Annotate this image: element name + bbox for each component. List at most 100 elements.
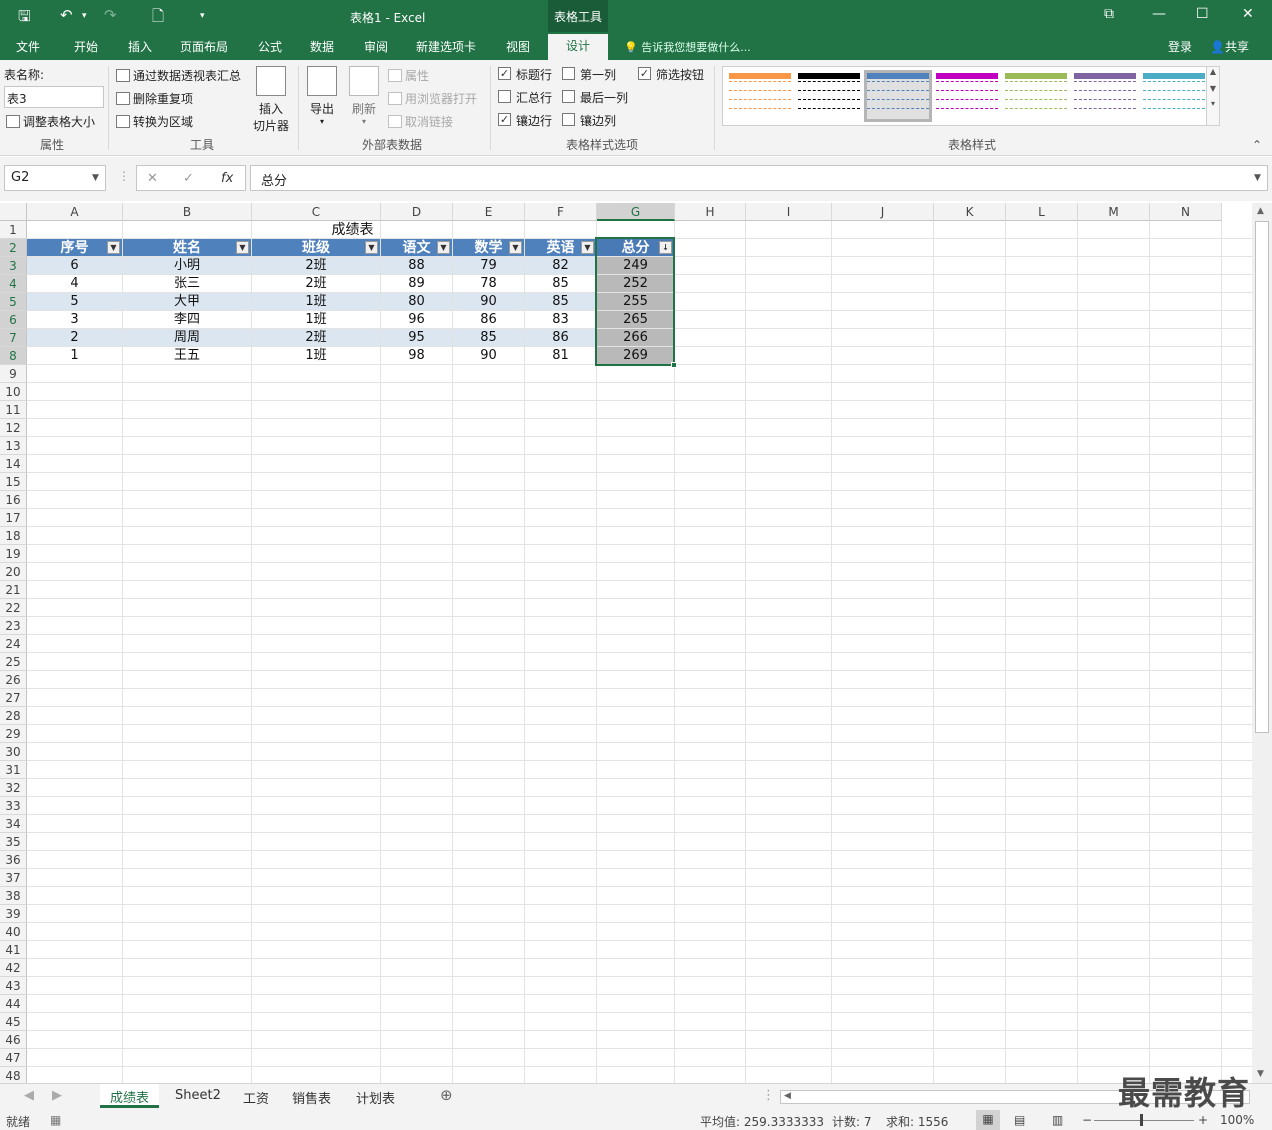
- table-style-swatch[interactable]: [729, 73, 791, 119]
- table-data-cell[interactable]: 82: [525, 257, 596, 274]
- table-data-cell[interactable]: 85: [453, 329, 524, 346]
- sheet-title-cell[interactable]: 成绩表: [252, 221, 453, 239]
- zoom-slider-track[interactable]: [1094, 1120, 1194, 1121]
- tab-review[interactable]: 审阅: [364, 38, 388, 55]
- filter-button-checkbox[interactable]: ✓: [638, 67, 651, 80]
- vertical-scrollbar[interactable]: ▲ ▼: [1252, 203, 1272, 1083]
- summarize-pivot-button[interactable]: 通过数据透视表汇总: [116, 67, 241, 84]
- row-header-9[interactable]: 9: [0, 365, 27, 383]
- ribbon-display-icon[interactable]: ⧉: [1104, 6, 1114, 22]
- row-header-36[interactable]: 36: [0, 851, 27, 869]
- row-header-14[interactable]: 14: [0, 455, 27, 473]
- row-header-48[interactable]: 48: [0, 1067, 27, 1083]
- table-header-cell[interactable]: 姓名 ▼: [123, 239, 251, 256]
- banded-columns-checkbox[interactable]: [562, 113, 575, 126]
- table-data-cell[interactable]: 98: [381, 347, 452, 364]
- table-name-input[interactable]: 表3: [4, 86, 104, 108]
- table-style-swatch[interactable]: [798, 73, 860, 119]
- tab-insert[interactable]: 插入: [128, 38, 152, 55]
- page-break-view-icon[interactable]: ▥: [1052, 1113, 1063, 1127]
- filter-dropdown-icon[interactable]: ▼: [437, 241, 450, 254]
- scroll-up-icon[interactable]: ▲: [1257, 206, 1264, 216]
- tab-page-layout[interactable]: 页面布局: [180, 38, 228, 55]
- row-header-4[interactable]: 4: [0, 275, 27, 293]
- row-header-23[interactable]: 23: [0, 617, 27, 635]
- add-sheet-icon[interactable]: ⊕: [440, 1086, 453, 1104]
- table-style-swatch[interactable]: [1074, 73, 1136, 119]
- tab-home[interactable]: 开始: [74, 38, 98, 55]
- header-row-checkbox[interactable]: ✓: [498, 67, 511, 80]
- tab-new-tab[interactable]: 新建选项卡: [416, 38, 476, 55]
- table-data-cell[interactable]: 96: [381, 311, 452, 328]
- tab-file[interactable]: 文件: [16, 38, 40, 55]
- table-style-swatch[interactable]: [1005, 73, 1067, 119]
- table-data-cell[interactable]: 1: [27, 347, 122, 364]
- row-header-29[interactable]: 29: [0, 725, 27, 743]
- column-header-k[interactable]: K: [934, 203, 1006, 221]
- column-header-f[interactable]: F: [525, 203, 597, 221]
- banded-rows-checkbox[interactable]: ✓: [498, 113, 511, 126]
- table-data-cell[interactable]: 90: [453, 347, 524, 364]
- table-data-cell[interactable]: 李四: [123, 311, 251, 328]
- row-header-16[interactable]: 16: [0, 491, 27, 509]
- filter-dropdown-icon[interactable]: ▼: [581, 241, 594, 254]
- convert-to-range-button[interactable]: 转换为区域: [116, 113, 193, 130]
- row-header-27[interactable]: 27: [0, 689, 27, 707]
- row-header-21[interactable]: 21: [0, 581, 27, 599]
- table-data-cell[interactable]: 小明: [123, 257, 251, 274]
- insert-function-icon[interactable]: fx: [221, 171, 233, 186]
- table-data-cell[interactable]: 3: [27, 311, 122, 328]
- row-header-42[interactable]: 42: [0, 959, 27, 977]
- zoom-in-icon[interactable]: +: [1198, 1113, 1208, 1127]
- tab-view[interactable]: 视图: [506, 38, 530, 55]
- formula-input[interactable]: 总分: [250, 165, 1268, 191]
- sheet-tab-sheet2[interactable]: Sheet2: [175, 1088, 221, 1103]
- zoom-out-icon[interactable]: −: [1082, 1113, 1092, 1127]
- page-layout-view-icon[interactable]: ▤: [1014, 1113, 1025, 1127]
- undo-icon[interactable]: ↶: [60, 6, 73, 24]
- table-style-swatch[interactable]: [1143, 73, 1205, 119]
- formula-grip-icon[interactable]: ⋮: [118, 169, 130, 183]
- column-header-b[interactable]: B: [123, 203, 252, 221]
- row-header-6[interactable]: 6: [0, 311, 27, 329]
- row-header-37[interactable]: 37: [0, 869, 27, 887]
- tab-split-grip-icon[interactable]: ⋮: [762, 1088, 775, 1103]
- sheet-tab-salary[interactable]: 工资: [243, 1088, 269, 1107]
- table-data-cell[interactable]: 95: [381, 329, 452, 346]
- row-header-25[interactable]: 25: [0, 653, 27, 671]
- customize-qat-icon[interactable]: ▾: [200, 11, 205, 21]
- row-header-45[interactable]: 45: [0, 1013, 27, 1031]
- new-file-icon[interactable]: 🗋: [152, 6, 164, 31]
- row-header-43[interactable]: 43: [0, 977, 27, 995]
- table-header-cell[interactable]: 数学 ▼: [453, 239, 524, 256]
- row-header-11[interactable]: 11: [0, 401, 27, 419]
- fill-handle[interactable]: [671, 362, 677, 368]
- next-sheet-icon[interactable]: ▶: [52, 1088, 62, 1103]
- row-header-33[interactable]: 33: [0, 797, 27, 815]
- tell-me-search[interactable]: 💡 告诉我您想要做什么...: [624, 39, 751, 55]
- table-style-swatch[interactable]: [936, 73, 998, 119]
- row-header-22[interactable]: 22: [0, 599, 27, 617]
- row-header-2[interactable]: 2: [0, 239, 27, 257]
- row-header-35[interactable]: 35: [0, 833, 27, 851]
- gallery-down-icon[interactable]: ▼: [1207, 84, 1219, 93]
- resize-table-button[interactable]: 调整表格大小: [6, 113, 95, 130]
- row-header-13[interactable]: 13: [0, 437, 27, 455]
- macro-record-icon[interactable]: ▦: [50, 1113, 61, 1127]
- table-data-cell[interactable]: 1班: [252, 347, 380, 364]
- save-icon[interactable]: 🖫: [18, 6, 31, 31]
- row-header-20[interactable]: 20: [0, 563, 27, 581]
- column-header-m[interactable]: M: [1078, 203, 1150, 221]
- row-header-12[interactable]: 12: [0, 419, 27, 437]
- row-header-41[interactable]: 41: [0, 941, 27, 959]
- login-link[interactable]: 登录: [1168, 38, 1192, 55]
- row-header-34[interactable]: 34: [0, 815, 27, 833]
- collapse-ribbon-icon[interactable]: ⌃: [1252, 138, 1262, 152]
- row-header-18[interactable]: 18: [0, 527, 27, 545]
- table-data-cell[interactable]: 周周: [123, 329, 251, 346]
- name-box[interactable]: G2: [4, 165, 106, 191]
- column-header-d[interactable]: D: [381, 203, 453, 221]
- table-data-cell[interactable]: 1班: [252, 311, 380, 328]
- row-header-47[interactable]: 47: [0, 1049, 27, 1067]
- gallery-more-icon[interactable]: ▾: [1207, 99, 1219, 108]
